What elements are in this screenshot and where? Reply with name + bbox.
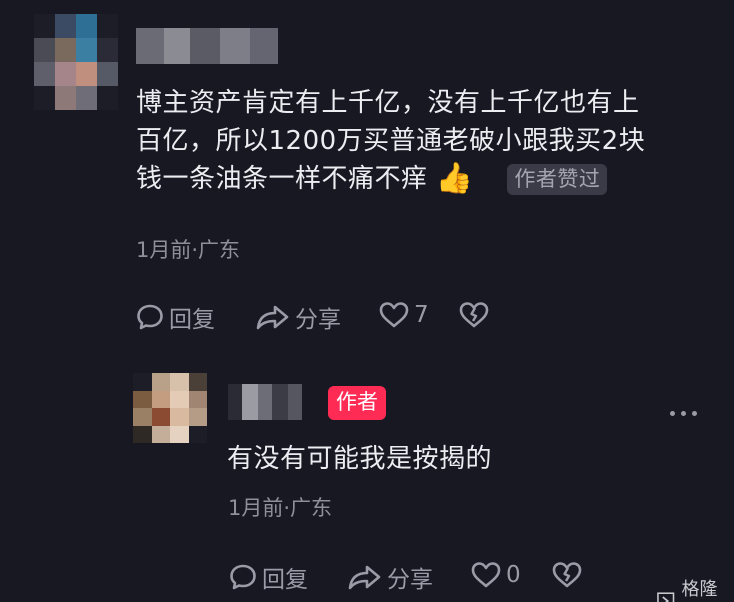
avatar[interactable]: [133, 373, 207, 443]
reply-button[interactable]: 回复: [228, 560, 308, 594]
watermark: 格隆汇: [656, 575, 734, 602]
heart-icon: [471, 562, 501, 588]
comment-bubble-icon: [230, 564, 256, 590]
like-button[interactable]: 0: [470, 560, 521, 590]
thumbs-up-icon: 👍: [435, 161, 474, 196]
author-badge: 作者: [328, 386, 386, 420]
comment-line: 博主资产肯定有上千亿，没有上千亿也有上: [136, 88, 640, 118]
share-label: 分享: [387, 567, 433, 593]
share-label: 分享: [295, 307, 341, 333]
username[interactable]: [136, 28, 278, 64]
comment-line: 钱一条油条一样不痛不痒: [136, 164, 428, 194]
author-liked-badge: 作者赞过: [507, 163, 608, 195]
share-button[interactable]: 分享: [255, 300, 341, 334]
reply-button[interactable]: 回复: [135, 300, 215, 334]
comment-text: 博主资产肯定有上千亿，没有上千亿也有上 百亿，所以1200万买普通老破小跟我买2…: [136, 84, 645, 198]
heart-icon: [379, 302, 409, 328]
comment-line: 百亿，所以1200万买普通老破小跟我买2块: [136, 126, 646, 156]
username[interactable]: [228, 384, 302, 420]
dislike-button[interactable]: [551, 560, 583, 590]
like-count: 7: [414, 302, 429, 328]
comment-meta: 1月前·广东: [136, 238, 241, 262]
share-arrow-icon: [256, 305, 289, 330]
watermark-text: 格隆汇: [681, 579, 718, 600]
broken-heart-icon: [459, 302, 489, 328]
like-button[interactable]: 7: [378, 300, 429, 330]
reply-label: 回复: [262, 567, 308, 593]
watermark-logo-icon: [657, 592, 675, 602]
broken-heart-icon: [552, 562, 582, 588]
like-count: 0: [506, 562, 521, 588]
more-options-icon[interactable]: [670, 411, 697, 416]
reply-label: 回复: [169, 307, 215, 333]
share-button[interactable]: 分享: [347, 560, 433, 594]
avatar[interactable]: [34, 14, 118, 110]
reply-meta: 1月前·广东: [228, 496, 333, 520]
reply-text: 有没有可能我是按揭的: [227, 444, 493, 474]
share-arrow-icon: [348, 565, 381, 590]
dislike-button[interactable]: [458, 300, 490, 330]
comment-bubble-icon: [137, 304, 163, 330]
